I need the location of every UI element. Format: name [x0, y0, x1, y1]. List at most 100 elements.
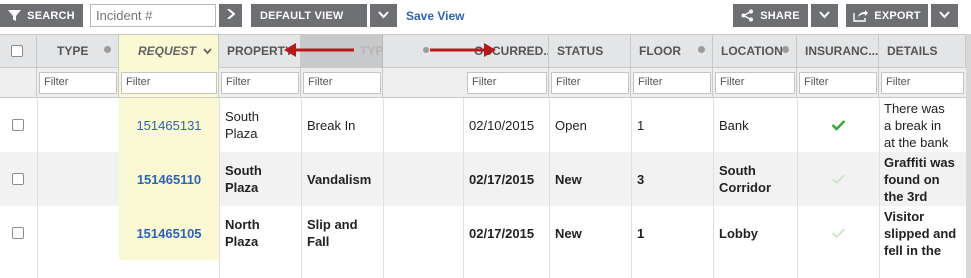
- share-dropdown-button[interactable]: [811, 4, 838, 27]
- column-header-label: FLOOR: [639, 44, 681, 58]
- select-all-checkbox[interactable]: [11, 45, 23, 57]
- column-divider: [879, 98, 880, 278]
- table-row[interactable]: 151465105 North Plaza Slip and Fall 02/17/…: [0, 206, 966, 260]
- filter-placeholder: Filter: [44, 76, 69, 88]
- share-icon: [741, 9, 754, 22]
- filter-input-details[interactable]: Filter: [881, 72, 964, 94]
- type-cell: [37, 206, 119, 260]
- type-label-cell: Break In: [307, 117, 356, 133]
- filter-input-request[interactable]: Filter: [121, 72, 217, 94]
- filter-input-insurance[interactable]: Filter: [799, 72, 877, 94]
- details-cell: Graffiti was found on the 3rd: [879, 152, 966, 206]
- details-line: There was: [884, 100, 945, 116]
- export-button[interactable]: EXPORT: [846, 4, 928, 27]
- type-label-line: Fall: [307, 234, 330, 249]
- column-divider: [713, 98, 714, 278]
- filter-placeholder: Filter: [472, 76, 497, 88]
- select-all-header: [0, 35, 37, 68]
- check-icon: [831, 120, 845, 131]
- location-cell: Bank: [719, 117, 749, 133]
- property-line: South: [225, 163, 262, 178]
- insurance-cell: [797, 206, 879, 260]
- view-dropdown-button[interactable]: [370, 4, 397, 27]
- column-menu-icon[interactable]: [698, 46, 705, 53]
- filter-input-type[interactable]: Filter: [39, 72, 117, 94]
- column-header-label: DETAILS: [887, 44, 938, 58]
- column-header-label: REQUEST: [138, 44, 197, 58]
- column-header-status[interactable]: STATUS: [549, 35, 631, 68]
- view-select-button[interactable]: DEFAULT VIEW: [251, 4, 367, 27]
- column-menu-icon[interactable]: [782, 46, 789, 53]
- column-divider: [463, 98, 464, 278]
- details-line: fell in the: [884, 242, 942, 258]
- search-button[interactable]: SEARCH: [0, 4, 83, 27]
- column-header-details[interactable]: DETAILS: [879, 35, 966, 68]
- row-select-cell: [0, 206, 37, 260]
- incident-grid: TYPE REQUEST PROPERTY TYPE LABEL OCCURRE…: [0, 34, 971, 278]
- column-header-location[interactable]: LOCATION: [713, 35, 797, 68]
- column-header-floor[interactable]: FLOOR: [631, 35, 713, 68]
- filter-placeholder: Filter: [308, 76, 333, 88]
- column-header-insurance[interactable]: INSURANC...: [797, 35, 879, 68]
- filter-input-location[interactable]: Filter: [715, 72, 795, 94]
- occurred-cell: 02/10/2015: [469, 117, 535, 133]
- type-label-cell: Vandalism: [307, 171, 372, 187]
- filter-spacer: [0, 68, 37, 97]
- type-label-cell: Slip and Fall: [301, 206, 383, 260]
- save-view-link[interactable]: Save View: [406, 9, 465, 23]
- insurance-cell: [797, 152, 879, 206]
- row-checkbox[interactable]: [12, 119, 24, 131]
- check-icon: [831, 228, 845, 239]
- row-checkbox[interactable]: [12, 227, 24, 239]
- details-line: slipped and: [884, 225, 957, 241]
- details-cell: Visitor slipped and fell in the: [879, 206, 966, 260]
- chevron-down-icon: [939, 10, 950, 22]
- filter-input-property[interactable]: Filter: [221, 72, 299, 94]
- export-dropdown-button[interactable]: [931, 4, 958, 27]
- details-line: found on: [884, 171, 940, 187]
- property-line: Plaza: [225, 234, 259, 249]
- column-divider: [797, 98, 798, 278]
- column-header-label: LOCATION: [721, 44, 783, 58]
- filter-placeholder: Filter: [638, 76, 663, 88]
- sort-desc-icon: [203, 44, 213, 58]
- floor-cell: 1: [637, 225, 645, 241]
- table-row[interactable]: 151465131 South Plaza Break In 02/10/2015…: [0, 98, 966, 152]
- filter-input-occurred[interactable]: Filter: [467, 72, 547, 94]
- column-header-type[interactable]: TYPE: [37, 35, 119, 68]
- location-line: Corridor: [719, 180, 771, 195]
- filter-input-type-label[interactable]: Filter: [303, 72, 381, 94]
- property-line: North: [225, 217, 260, 232]
- filter-placeholder: Filter: [804, 76, 829, 88]
- column-header-label: INSURANC...: [805, 44, 879, 58]
- property-line: Plaza: [225, 180, 259, 195]
- share-button-label: SHARE: [760, 9, 800, 22]
- column-divider: [219, 98, 220, 278]
- type-cell: [37, 152, 119, 206]
- filter-placeholder: Filter: [126, 76, 151, 88]
- location-line: South: [719, 163, 756, 178]
- column-drag-arrows-icon: [284, 43, 496, 57]
- filter-input-floor[interactable]: Filter: [633, 72, 711, 94]
- property-line: South: [225, 109, 259, 124]
- request-link[interactable]: 151465105: [119, 206, 219, 260]
- location-cell: Lobby: [719, 225, 758, 241]
- row-checkbox[interactable]: [12, 173, 24, 185]
- request-link[interactable]: 151465110: [119, 152, 219, 206]
- status-cell: New: [555, 171, 582, 187]
- filter-input-status[interactable]: Filter: [551, 72, 629, 94]
- filter-placeholder: Filter: [720, 76, 745, 88]
- column-header-request[interactable]: REQUEST: [119, 35, 219, 68]
- property-line: Plaza: [225, 126, 258, 141]
- share-button[interactable]: SHARE: [733, 4, 808, 27]
- column-divider: [631, 98, 632, 278]
- incident-go-button[interactable]: [219, 4, 242, 27]
- status-cell: New: [555, 225, 582, 241]
- chevron-right-icon: [226, 8, 236, 22]
- column-menu-icon[interactable]: [104, 46, 111, 53]
- chevron-down-icon: [819, 10, 830, 22]
- request-link[interactable]: 151465131: [119, 98, 219, 152]
- table-row[interactable]: 151465110 South Plaza Vandalism 02/17/201…: [0, 152, 966, 206]
- vertical-scrollbar[interactable]: [966, 34, 971, 278]
- incident-number-input[interactable]: [90, 4, 216, 27]
